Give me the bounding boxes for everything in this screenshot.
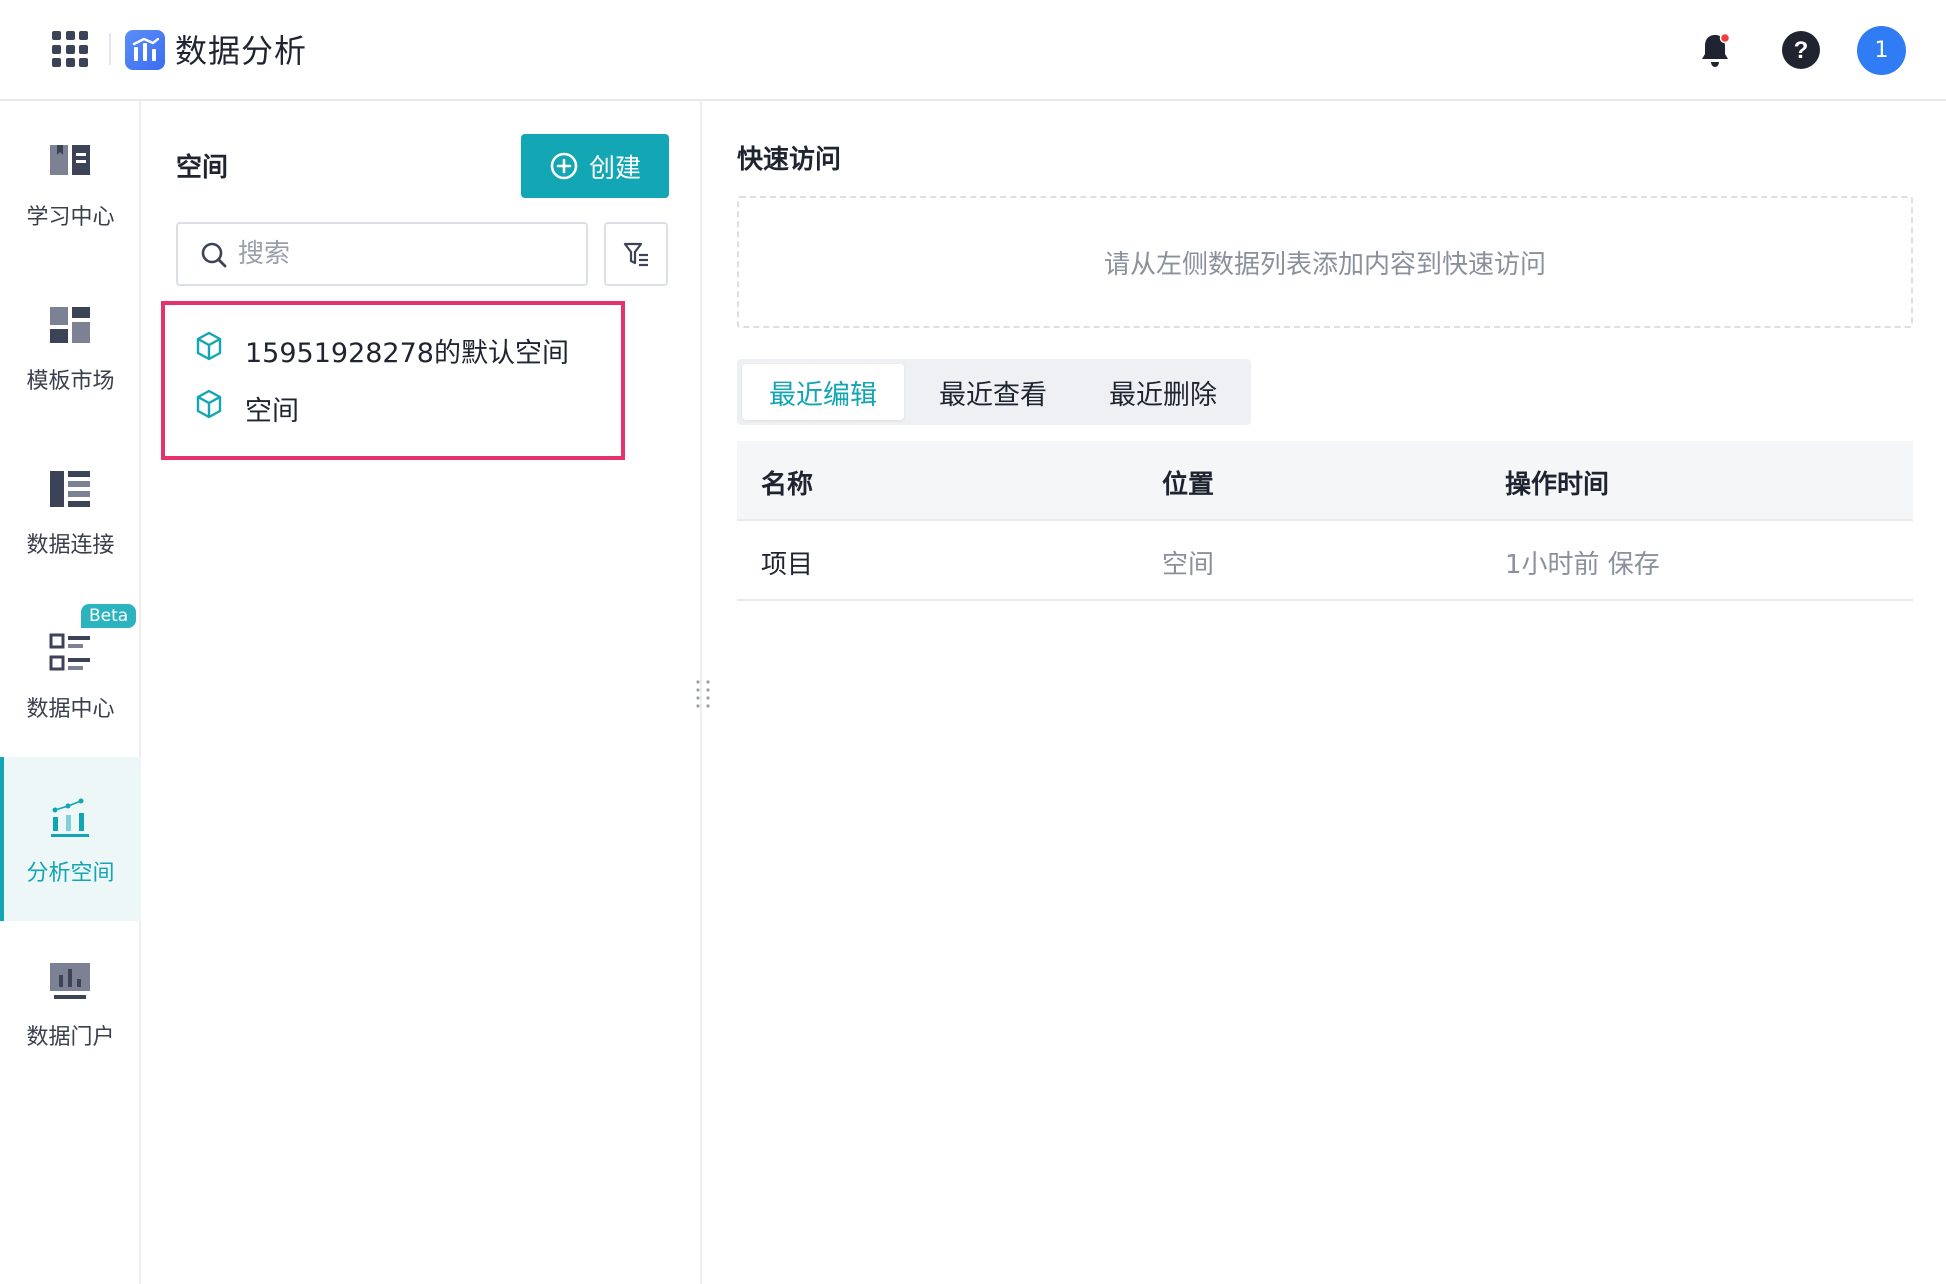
column-header-time[interactable]: 操作时间 bbox=[1505, 464, 1609, 501]
space-item[interactable]: 15951928278的默认空间 bbox=[165, 317, 621, 377]
space-item-label: 空间 bbox=[245, 396, 299, 427]
table-row[interactable]: 项目 空间 1小时前 保存 bbox=[737, 521, 1913, 601]
nav-label: 数据中心 bbox=[26, 697, 115, 722]
avatar[interactable]: 1 bbox=[1857, 26, 1906, 75]
nav-item-data-connection[interactable]: 数据连接 bbox=[0, 429, 141, 593]
template-icon bbox=[50, 307, 90, 343]
tab-recent-view[interactable]: 最近查看 bbox=[912, 364, 1074, 420]
cube-icon bbox=[196, 331, 222, 361]
plus-circle-icon bbox=[550, 152, 578, 180]
question-icon[interactable]: ? bbox=[1778, 27, 1824, 73]
row-time: 1小时前 保存 bbox=[1505, 550, 1660, 580]
analysis-space-icon bbox=[51, 798, 89, 837]
app-title: 数据分析 bbox=[175, 32, 308, 70]
recent-table: 名称 位置 操作时间 项目 空间 1小时前 保存 bbox=[737, 441, 1913, 601]
spaces-panel: 空间 创建 搜索 15951928278的默认空间 空间 bbox=[141, 101, 702, 1284]
space-list: 15951928278的默认空间 空间 bbox=[161, 301, 625, 460]
book-icon bbox=[50, 145, 90, 175]
top-bar: 数据分析 ? 1 bbox=[0, 0, 1946, 101]
tab-recent-edit[interactable]: 最近编辑 bbox=[742, 364, 904, 420]
search-input[interactable] bbox=[238, 234, 568, 274]
left-nav: 学习中心 模板市场 数据连接 数据中心 分析空间 数据门户 Beta bbox=[0, 101, 141, 1284]
app-window: 数据分析 ? 1 学习中心 模板市场 数据连接 数据中心 分析空间 数据门户 B… bbox=[0, 0, 1946, 1284]
space-item[interactable]: 空间 bbox=[165, 375, 621, 435]
nav-item-analysis-space[interactable]: 分析空间 bbox=[0, 757, 141, 921]
table-header: 名称 位置 操作时间 bbox=[737, 441, 1913, 521]
main-content: 快速访问 请从左侧数据列表添加内容到快速访问 最近编辑 最近查看 最近删除 名称… bbox=[703, 101, 1946, 1284]
quick-access-title: 快速访问 bbox=[737, 145, 842, 175]
tab-recent-delete[interactable]: 最近删除 bbox=[1082, 364, 1244, 420]
data-connect-icon bbox=[50, 471, 90, 507]
nav-label: 分析空间 bbox=[26, 861, 115, 886]
column-header-name[interactable]: 名称 bbox=[761, 464, 813, 501]
column-header-location[interactable]: 位置 bbox=[1162, 464, 1214, 501]
row-location[interactable]: 空间 bbox=[1162, 544, 1214, 581]
nav-item-template-market[interactable]: 模板市场 bbox=[0, 265, 141, 429]
nav-item-data-portal[interactable]: 数据门户 bbox=[0, 921, 141, 1085]
spaces-title: 空间 bbox=[176, 153, 229, 183]
row-name[interactable]: 项目 bbox=[761, 544, 813, 581]
filter-icon bbox=[623, 242, 648, 267]
nav-item-learning-center[interactable]: 学习中心 bbox=[0, 101, 141, 265]
data-center-icon bbox=[49, 633, 90, 671]
nav-label: 数据连接 bbox=[26, 533, 115, 558]
quick-access-dropzone: 请从左侧数据列表添加内容到快速访问 bbox=[737, 196, 1913, 328]
svg-text:?: ? bbox=[1794, 37, 1809, 64]
top-divider bbox=[109, 33, 111, 65]
grid-apps-icon[interactable] bbox=[52, 31, 88, 67]
search-icon bbox=[201, 242, 227, 268]
space-item-label: 15951928278的默认空间 bbox=[245, 338, 569, 369]
cube-icon bbox=[196, 389, 222, 419]
recent-tabs: 最近编辑 最近查看 最近删除 bbox=[737, 359, 1251, 425]
bell-icon[interactable] bbox=[1692, 27, 1738, 73]
beta-badge: Beta bbox=[81, 604, 137, 628]
filter-button[interactable] bbox=[604, 222, 668, 286]
create-button-label: 创建 bbox=[588, 153, 641, 184]
data-portal-icon bbox=[50, 963, 90, 999]
search-box[interactable] bbox=[176, 222, 588, 286]
app-logo-icon bbox=[125, 30, 165, 70]
nav-label: 模板市场 bbox=[26, 369, 115, 394]
nav-label: 数据门户 bbox=[26, 1025, 115, 1050]
create-button[interactable]: 创建 bbox=[521, 134, 669, 198]
quick-access-empty-text: 请从左侧数据列表添加内容到快速访问 bbox=[1103, 249, 1546, 280]
nav-label: 学习中心 bbox=[26, 205, 115, 230]
